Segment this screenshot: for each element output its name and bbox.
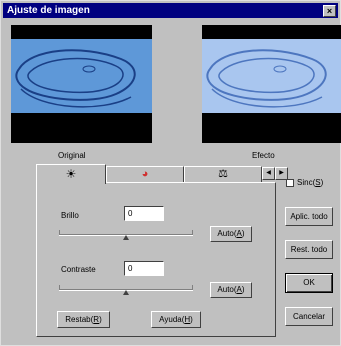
scanner-image: [15, 49, 136, 108]
slider-tick-right: [192, 230, 193, 235]
auto-label-pre: Auto(: [217, 285, 237, 294]
tab-brightness[interactable]: ☀: [36, 164, 106, 184]
contrast-auto-button[interactable]: Auto(A): [210, 282, 252, 298]
restore-label-pre: Restab(: [65, 315, 94, 324]
brightness-slider[interactable]: [59, 230, 193, 240]
effect-image-area: [202, 39, 341, 113]
arrow-left-icon: ◀: [266, 170, 271, 176]
contrast-slider[interactable]: [59, 285, 193, 295]
original-image-area: [11, 39, 152, 113]
image-adjust-dialog: Ajuste de imagen × Original Efecto ☀ ◕ ⚖…: [0, 0, 341, 346]
sync-label-pre: Sinc(: [297, 178, 316, 187]
contrast-label: Contraste: [61, 265, 96, 274]
restore-button[interactable]: Restab(R): [57, 311, 110, 328]
auto-label-pre: Auto(: [217, 229, 237, 238]
ok-button[interactable]: OK: [285, 273, 333, 293]
close-icon: ×: [326, 6, 333, 16]
help-button[interactable]: Ayuda(H): [151, 311, 201, 328]
sync-label[interactable]: Sinc(S): [297, 178, 323, 187]
brightness-input[interactable]: 0: [124, 206, 164, 221]
sync-label-post: ): [320, 178, 324, 187]
slider-thumb[interactable]: [123, 235, 129, 240]
effect-preview: [202, 25, 341, 143]
auto-label-post: ): [241, 229, 245, 238]
brightness-panel: Brillo 0 Auto(A) Contraste 0 Auto(A) Res…: [36, 182, 276, 337]
help-label-post: ): [190, 315, 193, 324]
balance-icon: ⚖: [218, 168, 228, 180]
window-title: Ajuste de imagen: [7, 5, 90, 16]
brightness-label: Brillo: [61, 211, 79, 220]
restore-label-post: ): [99, 315, 102, 324]
title-bar: Ajuste de imagen ×: [3, 3, 338, 18]
contrast-input[interactable]: 0: [124, 261, 164, 276]
effect-label: Efecto: [252, 151, 275, 160]
brightness-icon: ☀: [65, 167, 77, 181]
original-label: Original: [58, 151, 86, 160]
color-wheel-icon: ◕: [141, 168, 149, 180]
cancel-button[interactable]: Cancelar: [285, 307, 333, 326]
arrow-right-icon: ▶: [279, 170, 284, 176]
sync-checkbox[interactable]: [286, 179, 294, 187]
scanner-image-effect: [206, 49, 327, 108]
tab-balance[interactable]: ⚖: [184, 166, 262, 183]
apply-all-button[interactable]: Aplic. todo: [285, 207, 333, 226]
auto-label-post: ): [241, 285, 245, 294]
slider-tick-right: [192, 285, 193, 290]
original-preview: [11, 25, 152, 143]
tab-scroll-left-button[interactable]: ◀: [262, 167, 275, 180]
reset-all-button[interactable]: Rest. todo: [285, 240, 333, 259]
tab-color[interactable]: ◕: [106, 166, 184, 183]
help-label-pre: Ayuda(: [159, 315, 185, 324]
brightness-auto-button[interactable]: Auto(A): [210, 226, 252, 242]
close-button[interactable]: ×: [323, 5, 336, 17]
slider-thumb[interactable]: [123, 290, 129, 295]
